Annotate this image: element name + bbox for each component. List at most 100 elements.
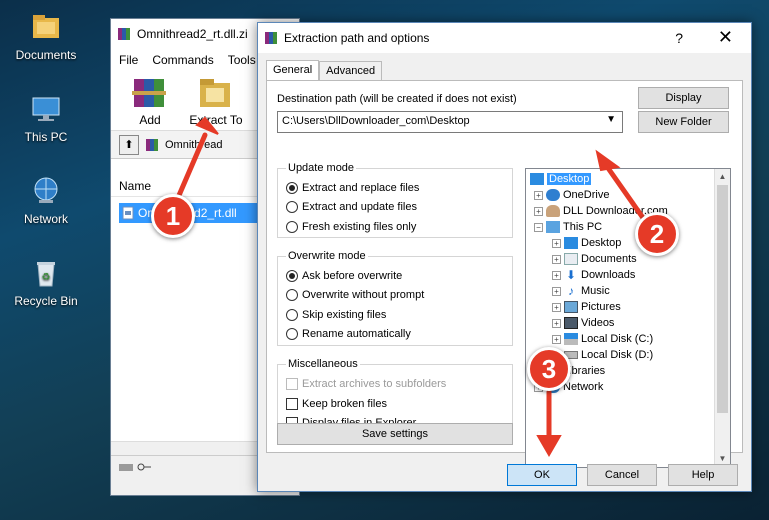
computer-icon: [546, 221, 560, 233]
desktop-icon-documents[interactable]: Documents: [6, 10, 86, 62]
desktop-icon-this-pc[interactable]: This PC: [6, 92, 86, 144]
recycle-bin-icon: ♻: [37, 262, 55, 287]
user-icon: [546, 205, 560, 217]
radio-extract-update[interactable]: Extract and update files: [286, 201, 417, 213]
expand-icon[interactable]: +: [552, 270, 561, 280]
checkbox-extract-subfolders[interactable]: Extract archives to subfolders: [286, 378, 446, 390]
destination-path-value: C:\Users\DllDownloader_com\Desktop: [282, 115, 470, 127]
tree-item-music[interactable]: + ♪ Music: [552, 283, 610, 299]
desktop-icon-label: Network: [23, 212, 68, 226]
music-note-icon: ♪: [568, 284, 574, 298]
winrar-app-icon: [265, 32, 277, 44]
archive-books-icon: [132, 79, 166, 107]
cancel-button[interactable]: Cancel: [587, 464, 657, 486]
expand-icon[interactable]: +: [552, 286, 561, 296]
dll-file-icon: [122, 206, 134, 220]
radio-overwrite-without-prompt[interactable]: Overwrite without prompt: [286, 289, 424, 301]
desktop-icon-label: Documents: [15, 48, 77, 62]
radio-button-checked[interactable]: [286, 182, 298, 194]
svg-text:♻: ♻: [42, 272, 51, 283]
expand-icon[interactable]: +: [534, 206, 543, 216]
help-button[interactable]: Help: [668, 464, 738, 486]
videos-icon: [564, 317, 578, 329]
tree-label: OneDrive: [563, 189, 610, 201]
radio-button-checked[interactable]: [286, 270, 298, 282]
tree-label: Documents: [581, 253, 637, 265]
scroll-thumb[interactable]: [717, 185, 728, 413]
scroll-up-icon[interactable]: ▲: [715, 169, 730, 185]
close-icon[interactable]: ✕: [718, 27, 733, 48]
extract-to-button[interactable]: Extract To: [185, 75, 247, 127]
tab-advanced[interactable]: Advanced: [319, 61, 383, 81]
expand-icon[interactable]: +: [552, 334, 561, 344]
documents-icon: [564, 253, 578, 265]
tree-item-desktop[interactable]: + Desktop: [552, 235, 621, 251]
tree-vertical-scrollbar[interactable]: ▲ ▼: [714, 169, 730, 467]
up-folder-button[interactable]: ⬆: [119, 134, 139, 155]
destination-path-combobox[interactable]: C:\Users\DllDownloader_com\Desktop ▼: [277, 111, 623, 133]
tree-item-this-pc[interactable]: − This PC: [534, 219, 602, 235]
radio-button[interactable]: [286, 328, 298, 340]
folder-tree[interactable]: Desktop + OneDrive + DLL Downloader.com − T…: [525, 168, 731, 468]
drive-key-icon: [119, 463, 151, 471]
winrar-path: Omnithread: [165, 138, 223, 151]
tree-label: Music: [581, 285, 610, 297]
chevron-down-icon[interactable]: ▼: [606, 114, 616, 125]
winrar-app-icon: [118, 28, 130, 40]
menu-commands[interactable]: Commands: [152, 53, 213, 67]
archive-icon: [146, 138, 158, 151]
tree-item-videos[interactable]: + Videos: [552, 315, 614, 331]
display-button[interactable]: Display: [638, 87, 729, 109]
step-2-badge: 2: [635, 212, 679, 256]
checkbox-keep-broken[interactable]: Keep broken files: [286, 398, 387, 410]
ok-button[interactable]: OK: [507, 464, 577, 486]
help-icon[interactable]: ?: [675, 30, 683, 46]
tree-label: Videos: [581, 317, 615, 329]
tab-general[interactable]: General: [266, 60, 320, 81]
tree-item-pictures[interactable]: + Pictures: [552, 299, 621, 315]
tree-item-documents[interactable]: + Documents: [552, 251, 637, 267]
radio-fresh-existing[interactable]: Fresh existing files only: [286, 221, 416, 233]
option-label: Fresh existing files only: [302, 221, 417, 233]
checkbox[interactable]: [286, 398, 298, 410]
tree-item-onedrive[interactable]: + OneDrive: [534, 187, 609, 203]
tree-item-desktop-root[interactable]: Desktop: [530, 171, 592, 187]
expand-icon[interactable]: +: [534, 190, 543, 200]
tree-label: Desktop: [581, 237, 622, 249]
cloud-icon: [546, 189, 560, 201]
computer-icon: [32, 97, 60, 121]
radio-extract-replace[interactable]: Extract and replace files: [286, 182, 419, 194]
desktop-icon-recycle-bin[interactable]: ♻ Recycle Bin: [6, 256, 86, 308]
checkbox-disabled[interactable]: [286, 378, 298, 390]
radio-button[interactable]: [286, 309, 298, 321]
radio-button[interactable]: [286, 289, 298, 301]
menu-file[interactable]: File: [119, 53, 138, 67]
step-1-badge: 1: [151, 194, 195, 238]
radio-button[interactable]: [286, 221, 298, 233]
tree-item-local-disk-c[interactable]: + Local Disk (C:): [552, 331, 653, 347]
radio-skip-existing[interactable]: Skip existing files: [286, 309, 386, 321]
desktop-folder-icon: [564, 237, 578, 249]
menu-tools[interactable]: Tools: [228, 53, 256, 67]
overwrite-mode-group: Overwrite mode Ask before overwrite Over…: [277, 250, 513, 346]
network-icon: [34, 177, 58, 203]
tree-label: Network: [563, 381, 604, 393]
radio-button[interactable]: [286, 201, 298, 213]
new-folder-button[interactable]: New Folder: [638, 111, 729, 133]
dialog-tabs: General Advanced: [266, 60, 383, 81]
extract-to-label: Extract To: [189, 113, 243, 127]
save-settings-button[interactable]: Save settings: [277, 423, 513, 445]
desktop-icon-network[interactable]: Network: [6, 174, 86, 226]
tree-label: Local Disk (C:): [581, 333, 654, 345]
tree-label: Downloads: [581, 269, 636, 281]
expand-icon[interactable]: +: [552, 254, 561, 264]
radio-ask-before[interactable]: Ask before overwrite: [286, 270, 402, 282]
general-panel: Destination path (will be created if doe…: [266, 80, 743, 468]
expand-icon[interactable]: +: [552, 238, 561, 248]
add-button[interactable]: Add: [119, 75, 181, 127]
collapse-icon[interactable]: −: [534, 222, 543, 232]
radio-rename-automatically[interactable]: Rename automatically: [286, 328, 411, 340]
tree-item-downloads[interactable]: + ⬇ Downloads: [552, 267, 635, 283]
expand-icon[interactable]: +: [552, 302, 561, 312]
expand-icon[interactable]: +: [552, 318, 561, 328]
